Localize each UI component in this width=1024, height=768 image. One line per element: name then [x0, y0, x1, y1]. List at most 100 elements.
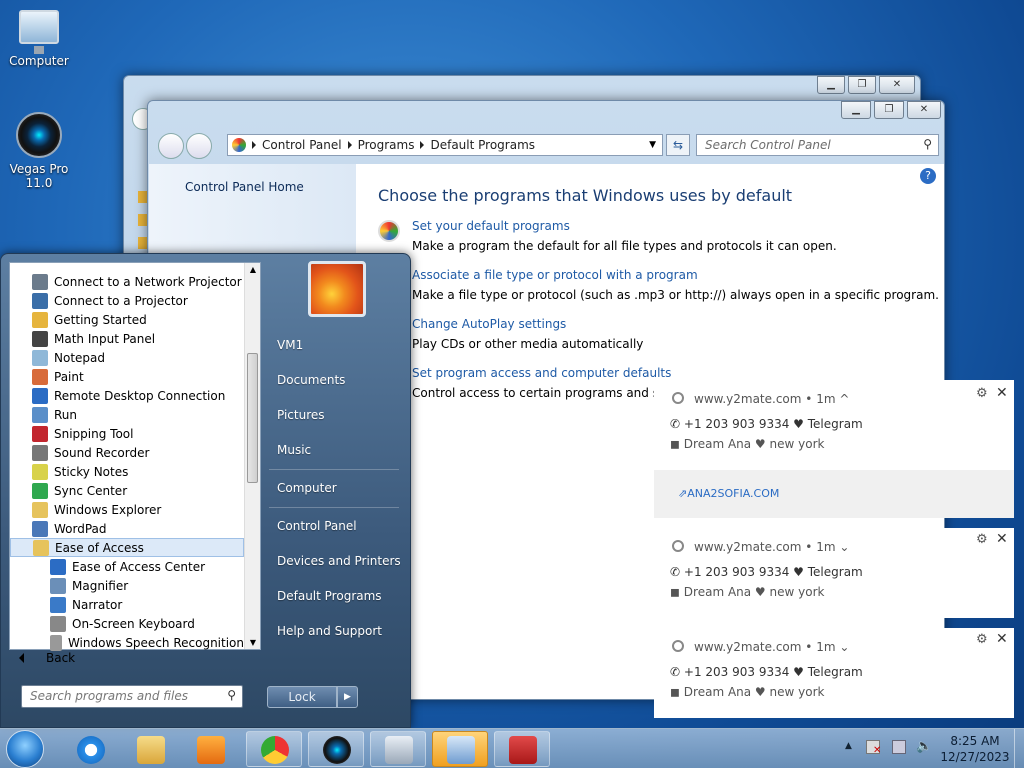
program-item[interactable]: Magnifier	[10, 576, 244, 595]
program-label: Sync Center	[54, 483, 128, 498]
taskbar-toolbox[interactable]	[494, 731, 550, 767]
back-button[interactable]	[158, 133, 184, 159]
chevron-down-icon[interactable]: ▼	[649, 140, 656, 150]
start-button[interactable]	[6, 730, 44, 768]
program-item[interactable]: Windows Explorer	[10, 500, 244, 519]
program-icon	[50, 596, 66, 613]
program-item[interactable]: WordPad	[10, 519, 244, 538]
scroll-down-icon[interactable]: ▼	[245, 638, 261, 647]
desktop-icon-vegas-pro[interactable]: Vegas Pro 11.0	[0, 112, 78, 190]
program-icon	[32, 311, 48, 328]
item-description: Play CDs or other media automatically	[412, 337, 644, 351]
program-item[interactable]: Getting Started	[10, 310, 244, 329]
phone-icon: ✆	[670, 417, 681, 431]
program-item[interactable]: Sound Recorder	[10, 443, 244, 462]
program-icon	[32, 520, 48, 537]
set-default-programs-link[interactable]: Set your default programs	[412, 219, 570, 233]
taskbar-internet-explorer[interactable]	[62, 731, 118, 767]
notification-card[interactable]: www.y2mate.com • 1m ⌄ ⚙ ✕ ✆ +1 203 903 9…	[654, 628, 1014, 718]
search-input[interactable]: Search Control Panel ⚲	[696, 134, 939, 156]
arrow-right-icon: ▶	[344, 692, 351, 702]
forward-button[interactable]	[186, 133, 212, 159]
computer-icon	[19, 10, 59, 54]
back-button[interactable]: Back	[19, 651, 75, 665]
start-right-item[interactable]: Default Programs	[277, 589, 382, 603]
lock-button[interactable]: Lock	[267, 686, 337, 708]
help-icon[interactable]: ?	[920, 168, 936, 184]
start-search-input[interactable]: Search programs and files ⚲	[21, 685, 243, 708]
show-hidden-icons[interactable]: ▲	[845, 741, 852, 751]
close-icon[interactable]: ✕	[996, 531, 1008, 547]
start-right-item[interactable]: Music	[277, 443, 311, 457]
program-item[interactable]: On-Screen Keyboard	[10, 614, 244, 633]
shutdown-options-button[interactable]: ▶	[337, 686, 358, 708]
program-item[interactable]: Sync Center	[10, 481, 244, 500]
notification-card[interactable]: www.y2mate.com • 1m ⌄ ⚙ ✕ ✆ +1 203 903 9…	[654, 528, 1014, 618]
maximize-button[interactable]: ❐	[874, 101, 904, 119]
gear-icon[interactable]: ⚙	[976, 532, 988, 547]
close-button[interactable]: ✕	[879, 76, 915, 94]
program-item[interactable]: Snipping Tool	[10, 424, 244, 443]
scroll-up-icon[interactable]: ▲	[245, 265, 261, 274]
program-access-link[interactable]: Set program access and computer defaults	[412, 366, 671, 380]
start-right-item[interactable]: Devices and Printers	[277, 554, 401, 568]
start-right-item[interactable]: Pictures	[277, 408, 325, 422]
gear-icon[interactable]: ⚙	[976, 386, 988, 401]
taskbar-media-player[interactable]	[182, 731, 238, 767]
volume-icon[interactable]: 🔈	[916, 739, 932, 754]
start-right-item[interactable]: Help and Support	[277, 624, 382, 638]
menu-separator	[269, 507, 399, 508]
start-right-item[interactable]: VM1	[277, 338, 303, 352]
address-bar[interactable]: Control Panel Programs Default Programs …	[227, 134, 663, 156]
search-icon[interactable]: ⚲	[923, 137, 932, 151]
start-right-item[interactable]: Control Panel	[277, 519, 357, 533]
program-item[interactable]: Sticky Notes	[10, 462, 244, 481]
close-icon[interactable]: ✕	[996, 385, 1008, 401]
program-item[interactable]: Remote Desktop Connection	[10, 386, 244, 405]
breadcrumb-control-panel[interactable]: Control Panel	[262, 138, 342, 152]
autoplay-settings-link[interactable]: Change AutoPlay settings	[412, 317, 566, 331]
network-icon[interactable]	[892, 740, 906, 754]
action-center-icon[interactable]: ✕	[866, 740, 881, 756]
start-right-item[interactable]: Computer	[277, 481, 337, 495]
program-label: Windows Speech Recognition	[67, 635, 244, 650]
scrollbar[interactable]: ▲ ▼	[244, 263, 260, 649]
show-desktop-button[interactable]	[1014, 729, 1024, 768]
notification-link[interactable]: ⇗ANA2SOFIA.COM	[678, 487, 779, 500]
breadcrumb-programs[interactable]: Programs	[358, 138, 415, 152]
clock[interactable]: 8:25 AM 12/27/2023	[940, 733, 1010, 765]
taskbar-math-input[interactable]	[370, 731, 426, 767]
program-item[interactable]: Narrator	[10, 595, 244, 614]
start-right-item[interactable]: Documents	[277, 373, 345, 387]
program-icon	[32, 387, 48, 404]
scroll-thumb[interactable]	[247, 353, 258, 483]
control-panel-home-link[interactable]: Control Panel Home	[185, 180, 304, 194]
minimize-button[interactable]: ▁	[841, 101, 871, 119]
taskbar-vegas-pro[interactable]	[308, 731, 364, 767]
notification-card[interactable]: www.y2mate.com • 1m ^ ⚙ ✕ ✆ +1 203 903 9…	[654, 380, 1014, 518]
taskbar-windows-explorer[interactable]	[122, 731, 178, 767]
program-item[interactable]: Math Input Panel	[10, 329, 244, 348]
program-item[interactable]: Windows Speech Recognition	[10, 633, 244, 652]
desktop-icon-computer[interactable]: Computer	[0, 10, 78, 68]
refresh-button[interactable]: ⇆	[666, 134, 690, 156]
associate-file-type-link[interactable]: Associate a file type or protocol with a…	[412, 268, 698, 282]
program-item[interactable]: Connect to a Network Projector	[10, 272, 244, 291]
program-item[interactable]: Ease of Access Center	[10, 557, 244, 576]
close-button[interactable]: ✕	[907, 101, 941, 119]
user-avatar[interactable]	[308, 261, 366, 317]
gear-icon[interactable]: ⚙	[976, 632, 988, 647]
program-item[interactable]: Notepad	[10, 348, 244, 367]
breadcrumb-default-programs[interactable]: Default Programs	[430, 138, 535, 152]
taskbar-control-panel[interactable]	[432, 731, 488, 767]
minimize-button[interactable]: ▁	[817, 76, 845, 94]
program-icon	[32, 330, 48, 347]
program-item[interactable]: Connect to a Projector	[10, 291, 244, 310]
maximize-button[interactable]: ❐	[848, 76, 876, 94]
program-item[interactable]: Paint	[10, 367, 244, 386]
program-item[interactable]: Ease of Access	[10, 538, 244, 557]
close-icon[interactable]: ✕	[996, 631, 1008, 647]
taskbar-chrome[interactable]	[246, 731, 302, 767]
program-item[interactable]: Run	[10, 405, 244, 424]
notification-action[interactable]: ⇗ANA2SOFIA.COM	[654, 470, 1014, 518]
